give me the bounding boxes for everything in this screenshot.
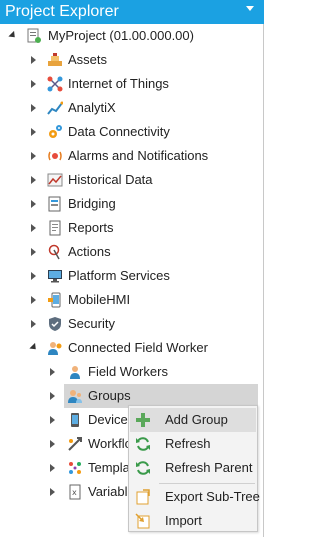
tree-root[interactable]: MyProject (01.00.000.00) (0, 24, 264, 48)
data-connectivity-icon (49, 125, 62, 138)
mobilehmi-icon (48, 292, 61, 308)
tree-item-label: Actions (68, 244, 111, 259)
variables-icon: x (69, 484, 81, 500)
historical-data-icon (47, 173, 63, 187)
menu-item-label: Export Sub-Tree (165, 489, 260, 504)
plus-icon (136, 413, 150, 427)
panel-title: Project Explorer (5, 3, 119, 20)
tree-item-label: Connected Field Worker (68, 340, 208, 355)
tree-item-label: Workflo (88, 436, 132, 451)
templates-icon (69, 462, 81, 474)
expand-arrow-icon[interactable] (31, 200, 36, 208)
platform-services-icon (48, 270, 62, 283)
alarms-icon (48, 151, 62, 161)
menu-item-export-sub-tree[interactable]: Export Sub-Tree (130, 485, 260, 509)
menu-item-add-group[interactable]: Add Group (130, 408, 256, 432)
project-explorer-panel: Project Explorer MyProject (01.00.000.00… (0, 0, 264, 537)
refresh-icon (136, 461, 150, 475)
device-icon (71, 413, 79, 427)
expand-arrow-icon[interactable] (50, 368, 55, 376)
import-icon (135, 513, 150, 529)
expand-arrow-icon[interactable] (31, 104, 36, 112)
svg-text:x: x (72, 488, 77, 497)
actions-icon (48, 244, 60, 260)
tree-item-label: Templat (88, 460, 134, 475)
tree-item-alarms[interactable]: Alarms and Notifications (0, 144, 264, 168)
tree-item-internet-of-things[interactable]: Internet of Things (0, 72, 264, 96)
collapse-arrow-icon[interactable] (29, 342, 39, 353)
expand-arrow-icon[interactable] (31, 320, 36, 328)
export-icon (136, 489, 150, 505)
project-icon (27, 28, 41, 43)
expand-arrow-icon[interactable] (50, 440, 55, 448)
tree-item-label: Internet of Things (68, 76, 169, 91)
assets-icon (48, 53, 62, 66)
tree-item-mobilehmi[interactable]: MobileHMI (0, 288, 264, 312)
tree-item-actions[interactable]: Actions (0, 240, 264, 264)
expand-arrow-icon[interactable] (50, 416, 55, 424)
tree-root-label: MyProject (01.00.000.00) (48, 28, 194, 43)
tree-item-label: Assets (68, 52, 108, 67)
menu-item-refresh[interactable]: Refresh (130, 432, 256, 456)
expand-arrow-icon[interactable] (31, 80, 36, 88)
tree-item-label: MobileHMI (68, 292, 131, 307)
expand-arrow-icon[interactable] (31, 152, 36, 160)
context-menu: Add Group Refresh Refresh Parent Export … (128, 405, 260, 533)
tree-item-label: Groups (88, 388, 131, 403)
expand-arrow-icon[interactable] (31, 248, 36, 256)
analytix-icon (47, 101, 63, 115)
tree-item-connected-field-worker[interactable]: Connected Field Worker (0, 336, 264, 360)
expand-arrow-icon[interactable] (50, 488, 55, 496)
security-icon (49, 317, 61, 331)
tree-item-label: AnalytiX (68, 100, 116, 115)
tree-item-platform-services[interactable]: Platform Services (0, 264, 264, 288)
menu-item-label: Refresh Parent (165, 460, 253, 475)
tree-item-analytix[interactable]: AnalytiX (0, 96, 264, 120)
tree-item-historical-data[interactable]: Historical Data (0, 168, 264, 192)
panel-titlebar: Project Explorer (0, 0, 264, 24)
tree-item-data-connectivity[interactable]: Data Connectivity (0, 120, 264, 144)
menu-item-import[interactable]: Import (130, 509, 256, 533)
groups-icon (68, 390, 82, 403)
tree-item-label: Bridging (68, 196, 116, 211)
tree-item-label: Platform Services (68, 268, 170, 283)
expand-arrow-icon[interactable] (31, 176, 36, 184)
tree-item-field-workers[interactable]: Field Workers (0, 360, 264, 384)
menu-item-label: Import (165, 513, 202, 528)
tree-item-reports[interactable]: Reports (0, 216, 264, 240)
expand-arrow-icon[interactable] (31, 296, 36, 304)
panel-menu-chevron-icon[interactable] (246, 6, 254, 11)
menu-separator (159, 483, 255, 484)
menu-item-label: Refresh (165, 436, 211, 451)
tree-item-label: Reports (68, 220, 114, 235)
tree-item-assets[interactable]: Assets (0, 48, 264, 72)
expand-arrow-icon[interactable] (31, 128, 36, 136)
tree-item-bridging[interactable]: Bridging (0, 192, 264, 216)
menu-item-label: Add Group (165, 412, 228, 427)
field-worker-icon (48, 342, 62, 355)
menu-item-refresh-parent[interactable]: Refresh Parent (130, 456, 256, 480)
expand-arrow-icon[interactable] (31, 56, 36, 64)
refresh-icon (136, 437, 150, 451)
tree-item-label: Security (68, 316, 115, 331)
tree-item-label: Alarms and Notifications (68, 148, 209, 163)
expand-arrow-icon[interactable] (31, 272, 36, 280)
field-workers-icon (70, 366, 80, 379)
expand-arrow-icon[interactable] (50, 464, 55, 472)
expand-arrow-icon[interactable] (50, 392, 55, 400)
tree-item-label: Historical Data (68, 172, 153, 187)
expand-arrow-icon[interactable] (31, 224, 36, 232)
tree-item-security[interactable]: Security (0, 312, 264, 336)
reports-icon (49, 220, 61, 236)
tree-item-label: Data Connectivity (68, 124, 170, 139)
bridging-icon (48, 196, 61, 212)
workflow-icon (68, 437, 82, 451)
collapse-arrow-icon[interactable] (8, 30, 18, 41)
iot-icon (47, 76, 63, 92)
tree-item-label: Field Workers (88, 364, 168, 379)
